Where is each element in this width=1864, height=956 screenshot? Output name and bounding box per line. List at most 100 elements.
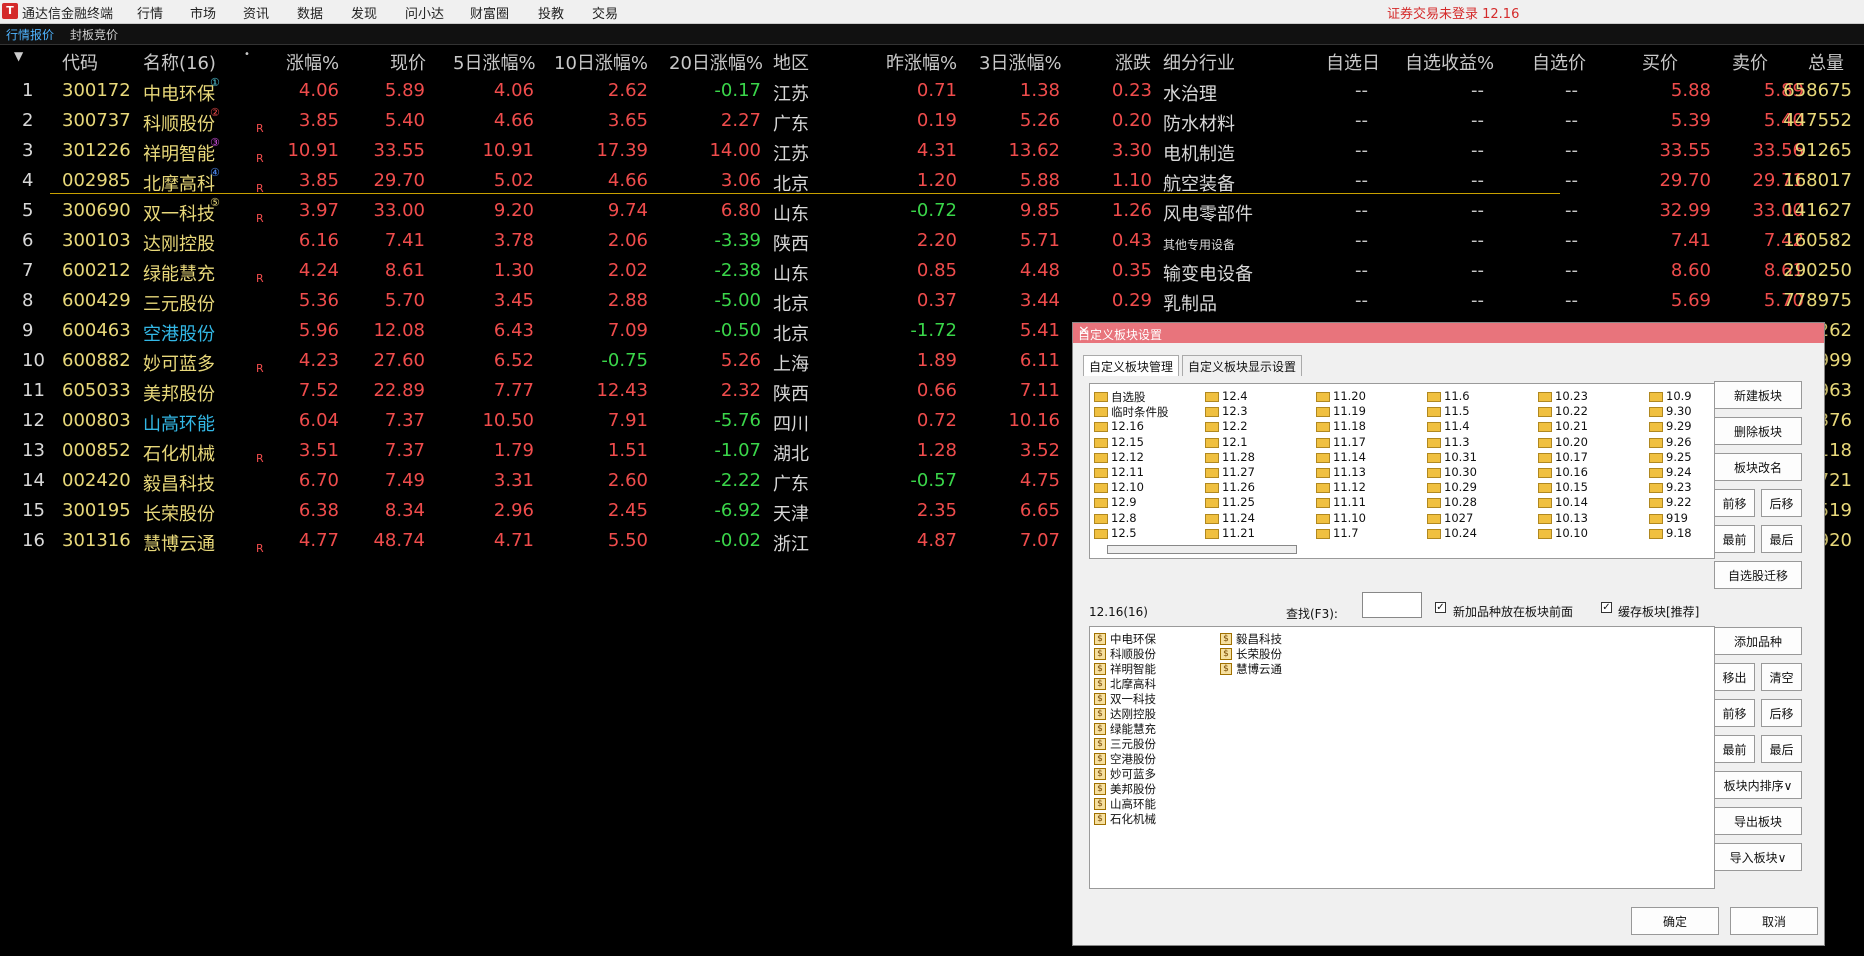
menu-item-trade[interactable]: 交易 bbox=[592, 3, 618, 22]
menu-item-education[interactable]: 投教 bbox=[538, 3, 564, 22]
block-stock-item[interactable]: 双一科技 bbox=[1110, 691, 1156, 707]
block-folder-item[interactable]: 自选股 bbox=[1111, 389, 1146, 405]
block-folder-item[interactable]: 11.21 bbox=[1222, 526, 1255, 540]
block-folder-item[interactable]: 11.28 bbox=[1222, 450, 1255, 464]
menu-item-quotes[interactable]: 行情 bbox=[137, 3, 163, 22]
col-industry[interactable]: 细分行业 bbox=[1163, 49, 1235, 75]
col-diff[interactable]: 涨跌 bbox=[1115, 49, 1151, 75]
block-stock-item[interactable]: 达刚控股 bbox=[1110, 706, 1156, 722]
clear-button[interactable]: 清空 bbox=[1761, 663, 1802, 691]
block-folder-item[interactable]: 11.17 bbox=[1333, 435, 1366, 449]
block-folder-item[interactable]: 12.3 bbox=[1222, 404, 1248, 418]
menu-item-news[interactable]: 资讯 bbox=[243, 3, 269, 22]
menu-item-discover[interactable]: 发现 bbox=[351, 3, 377, 22]
block-stock-item[interactable]: 石化机械 bbox=[1110, 811, 1156, 827]
col-ask[interactable]: 卖价 bbox=[1732, 49, 1768, 75]
tab-block-manage[interactable]: 自定义板块管理 bbox=[1083, 355, 1180, 376]
block-folder-item[interactable]: 10.22 bbox=[1555, 404, 1588, 418]
stock-move-first-button[interactable]: 最前 bbox=[1714, 735, 1755, 763]
col-20d[interactable]: 20日涨幅% bbox=[669, 49, 763, 75]
block-folder-item[interactable]: 10.20 bbox=[1555, 435, 1588, 449]
block-folder-item[interactable]: 12.12 bbox=[1111, 450, 1144, 464]
block-folder-item[interactable]: 10.15 bbox=[1555, 480, 1588, 494]
login-status[interactable]: 证券交易未登录 12.16 bbox=[1387, 3, 1519, 22]
block-folder-item[interactable]: 10.24 bbox=[1444, 526, 1477, 540]
block-folder-item[interactable]: 12.1 bbox=[1222, 435, 1248, 449]
block-folder-item[interactable]: 11.13 bbox=[1333, 465, 1366, 479]
cache-checkbox[interactable]: ✓ bbox=[1601, 602, 1612, 613]
block-folder-item[interactable]: 9.29 bbox=[1666, 419, 1692, 433]
cancel-button[interactable]: 取消 bbox=[1730, 907, 1818, 935]
block-folder-item[interactable]: 9.30 bbox=[1666, 404, 1692, 418]
tab-auction[interactable]: 封板竞价 bbox=[66, 26, 122, 43]
stock-move-last-button[interactable]: 最后 bbox=[1761, 735, 1802, 763]
block-folder-item[interactable]: 12.2 bbox=[1222, 419, 1248, 433]
block-folder-item[interactable]: 10.31 bbox=[1444, 450, 1477, 464]
block-folder-item[interactable]: 9.18 bbox=[1666, 526, 1692, 540]
menu-item-market[interactable]: 市场 bbox=[190, 3, 216, 22]
block-folder-item[interactable]: 10.13 bbox=[1555, 511, 1588, 525]
col-prev-change[interactable]: 昨涨幅% bbox=[886, 49, 957, 75]
block-folder-item[interactable]: 11.11 bbox=[1333, 495, 1366, 509]
block-stock-item[interactable]: 毅昌科技 bbox=[1236, 631, 1282, 647]
block-folder-item[interactable]: 11.24 bbox=[1222, 511, 1255, 525]
block-folder-item[interactable]: 11.10 bbox=[1333, 511, 1366, 525]
col-10d[interactable]: 10日涨幅% bbox=[554, 49, 648, 75]
horizontal-scrollbar[interactable] bbox=[1107, 545, 1297, 554]
block-folder-item[interactable]: 11.3 bbox=[1444, 435, 1470, 449]
add-stock-button[interactable]: 添加品种 bbox=[1714, 627, 1802, 655]
import-block-button[interactable]: 导入板块∨ bbox=[1714, 843, 1802, 871]
table-row[interactable]: 8 600429 三元股份 5.36 5.70 3.45 2.88 -5.00 北京 0.37 3.… bbox=[0, 290, 1864, 320]
block-folder-item[interactable]: 10.30 bbox=[1444, 465, 1477, 479]
block-stock-item[interactable]: 妙可蓝多 bbox=[1110, 766, 1156, 782]
rename-block-button[interactable]: 板块改名 bbox=[1714, 453, 1802, 481]
stock-move-down-button[interactable]: 后移 bbox=[1761, 699, 1802, 727]
table-row[interactable]: 4 002985 北摩高科 R 3.85 29.70 5.02 4.66 3.06 北京 1.20 5… bbox=[0, 166, 1864, 200]
block-folder-item[interactable]: 11.26 bbox=[1222, 480, 1255, 494]
move-last-button[interactable]: 最后 bbox=[1761, 525, 1802, 553]
menu-item-data[interactable]: 数据 bbox=[297, 3, 323, 22]
col-volume[interactable]: 总量 bbox=[1808, 49, 1844, 75]
block-folder-item[interactable]: 919 bbox=[1666, 511, 1688, 525]
block-folder-item[interactable]: 11.20 bbox=[1333, 389, 1366, 403]
block-folder-item[interactable]: 11.25 bbox=[1222, 495, 1255, 509]
block-folder-item[interactable]: 11.19 bbox=[1333, 404, 1366, 418]
block-folder-item[interactable]: 12.16 bbox=[1111, 419, 1144, 433]
ok-button[interactable]: 确定 bbox=[1631, 907, 1719, 935]
col-watch-price[interactable]: 自选价 bbox=[1532, 49, 1586, 75]
block-folder-item[interactable]: 12.11 bbox=[1111, 465, 1144, 479]
block-folder-item[interactable]: 10.21 bbox=[1555, 419, 1588, 433]
block-folder-item[interactable]: 12.4 bbox=[1222, 389, 1248, 403]
block-folder-item[interactable]: 临时条件股 bbox=[1111, 404, 1169, 420]
block-stock-item[interactable]: 科顺股份 bbox=[1110, 646, 1156, 662]
block-folder-item[interactable]: 9.22 bbox=[1666, 495, 1692, 509]
move-up-button[interactable]: 前移 bbox=[1714, 489, 1755, 517]
table-row[interactable]: 3 301226 祥明智能 R 10.91 33.55 10.91 17.39 14.00 江苏 4… bbox=[0, 136, 1864, 170]
close-icon[interactable]: × bbox=[1078, 323, 1818, 339]
block-folder-item[interactable]: 1027 bbox=[1444, 511, 1473, 525]
block-folder-item[interactable]: 10.28 bbox=[1444, 495, 1477, 509]
block-folder-item[interactable]: 12.8 bbox=[1111, 511, 1137, 525]
block-folder-item[interactable]: 12.9 bbox=[1111, 495, 1137, 509]
block-stock-item[interactable]: 长荣股份 bbox=[1236, 646, 1282, 662]
block-folder-list[interactable]: 自选股 临时条件股 12.16 12.15 12.12 12.11 12.10 12.9 12.… bbox=[1089, 383, 1715, 559]
block-stock-item[interactable]: 慧博云通 bbox=[1236, 661, 1282, 677]
block-stock-list[interactable]: $ 中电环保 $ 科顺股份 $ 祥明智能 $ 北摩高科 $ 双一科技 $ 达刚控股 $ 绿能慧充 $ 三元股份… bbox=[1089, 626, 1715, 889]
col-change[interactable]: 涨幅% bbox=[286, 49, 339, 75]
stock-move-up-button[interactable]: 前移 bbox=[1714, 699, 1755, 727]
block-folder-item[interactable]: 10.14 bbox=[1555, 495, 1588, 509]
block-stock-item[interactable]: 三元股份 bbox=[1110, 736, 1156, 752]
block-folder-item[interactable]: 9.23 bbox=[1666, 480, 1692, 494]
block-stock-item[interactable]: 美邦股份 bbox=[1110, 781, 1156, 797]
migrate-watchlist-button[interactable]: 自选股迁移 bbox=[1714, 561, 1802, 589]
block-folder-item[interactable]: 9.24 bbox=[1666, 465, 1692, 479]
block-stock-item[interactable]: 祥明智能 bbox=[1110, 661, 1156, 677]
col-watch-gain[interactable]: 自选收益% bbox=[1405, 49, 1494, 75]
menu-item-ask[interactable]: 问小达 bbox=[405, 3, 444, 22]
block-folder-item[interactable]: 9.25 bbox=[1666, 450, 1692, 464]
dialog-titlebar[interactable]: 自定义板块设置 × bbox=[1073, 323, 1824, 343]
table-row[interactable]: 5 300690 双一科技 R 3.97 33.00 9.20 9.74 6.80 山东 -0.72… bbox=[0, 196, 1864, 230]
menu-item-wealth[interactable]: 财富圈 bbox=[470, 3, 509, 22]
block-folder-item[interactable]: 10.29 bbox=[1444, 480, 1477, 494]
export-block-button[interactable]: 导出板块 bbox=[1714, 807, 1802, 835]
